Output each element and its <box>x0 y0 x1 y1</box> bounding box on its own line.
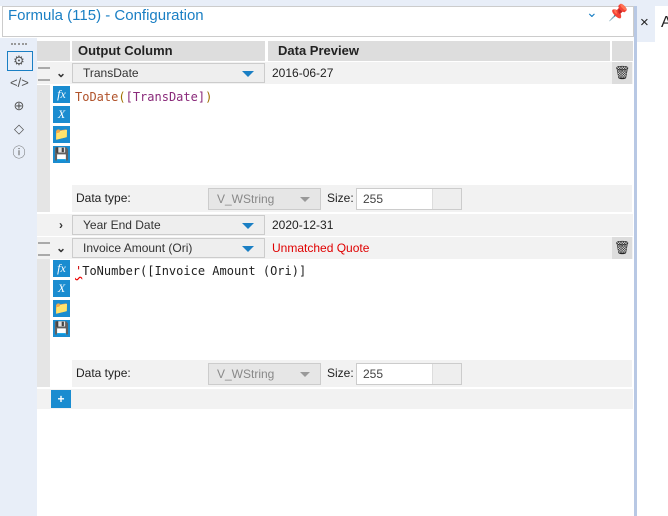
navigate-icon[interactable]: ⊕ <box>10 97 28 115</box>
right-panel <box>637 6 668 516</box>
help-icon[interactable]: ⓘ <box>10 144 28 162</box>
data-preview-error: Unmatched Quote <box>272 241 370 255</box>
data-type-label: Data type: <box>76 366 131 380</box>
data-type-select[interactable]: V_WString <box>208 363 321 385</box>
output-column-dropdown[interactable]: Invoice Amount (Ori) <box>72 238 265 258</box>
folder-icon[interactable]: 📁 <box>53 126 70 143</box>
size-label: Size: <box>327 191 354 205</box>
header-gutter <box>37 41 70 61</box>
window-title: Formula (115) - Configuration <box>8 7 204 24</box>
function-icon[interactable]: fx <box>53 260 70 277</box>
data-type-row: Data type: V_WString Size: 255 <box>72 185 632 212</box>
dropdown-arrow-icon <box>300 372 310 377</box>
save-icon[interactable]: 💾 <box>53 146 70 163</box>
data-type-value: V_WString <box>217 367 275 381</box>
data-type-value: V_WString <box>217 192 275 206</box>
dropdown-arrow-icon <box>300 197 310 202</box>
sidebar: ⚙ </> ⊕ ◇ ⓘ <box>0 38 37 516</box>
output-column-value: Invoice Amount (Ori) <box>83 241 193 255</box>
add-expression-button[interactable]: + <box>51 390 71 408</box>
size-value: 255 <box>363 192 384 206</box>
dropdown-arrow-icon <box>242 246 254 252</box>
size-label: Size: <box>327 366 354 380</box>
output-column-dropdown[interactable]: TransDate <box>72 63 265 83</box>
header-data-preview: Data Preview <box>268 41 610 61</box>
save-icon[interactable]: 💾 <box>53 320 70 337</box>
tag-icon[interactable]: ◇ <box>10 120 28 138</box>
data-preview: 2020-12-31 <box>272 218 334 232</box>
collapse-button[interactable]: ⌄ <box>50 237 72 259</box>
trash-icon[interactable]: 🗑 <box>612 62 632 84</box>
size-spinner[interactable] <box>432 364 461 384</box>
pin-icon[interactable]: 📌 <box>608 3 628 23</box>
row-gutter <box>37 259 50 387</box>
formula-editor[interactable]: ToDate([TransDate]) <box>75 90 212 104</box>
close-icon[interactable]: × <box>640 14 649 31</box>
right-panel-text: A <box>661 14 668 31</box>
variable-icon[interactable]: X <box>53 280 70 297</box>
variable-icon[interactable]: X <box>53 106 70 123</box>
collapse-button[interactable]: ⌄ <box>50 62 72 84</box>
size-spinner[interactable] <box>432 189 461 209</box>
output-column-value: TransDate <box>83 66 139 80</box>
gear-icon[interactable]: ⚙ <box>10 52 28 70</box>
chevron-down-icon[interactable]: ⌄ <box>586 4 598 21</box>
data-type-row: Data type: V_WString Size: 255 <box>72 360 632 387</box>
formula-editor[interactable]: 'ToNumber([Invoice Amount (Ori)] <box>75 264 306 278</box>
folder-icon[interactable]: 📁 <box>53 300 70 317</box>
data-preview: 2016-06-27 <box>272 66 334 80</box>
output-column-dropdown[interactable]: Year End Date <box>72 215 265 235</box>
header-actions <box>612 41 633 61</box>
size-input[interactable]: 255 <box>356 363 462 385</box>
code-icon[interactable]: </> <box>10 74 29 92</box>
add-row <box>37 389 633 409</box>
sidebar-grip[interactable] <box>11 43 27 45</box>
size-value: 255 <box>363 367 384 381</box>
formula-text: ToNumber([Invoice Amount (Ori)] <box>82 264 307 278</box>
data-type-label: Data type: <box>76 191 131 205</box>
expand-button[interactable]: › <box>50 214 72 236</box>
function-icon[interactable]: fx <box>53 86 70 103</box>
dropdown-arrow-icon <box>242 223 254 229</box>
drag-handle[interactable] <box>38 67 50 81</box>
size-input[interactable]: 255 <box>356 188 462 210</box>
drag-handle[interactable] <box>38 242 50 256</box>
dropdown-arrow-icon <box>242 71 254 77</box>
output-column-value: Year End Date <box>83 218 161 232</box>
trash-icon[interactable]: 🗑 <box>612 237 632 259</box>
row-gutter <box>37 85 50 212</box>
data-type-select[interactable]: V_WString <box>208 188 321 210</box>
header-output-column: Output Column <box>72 41 265 61</box>
